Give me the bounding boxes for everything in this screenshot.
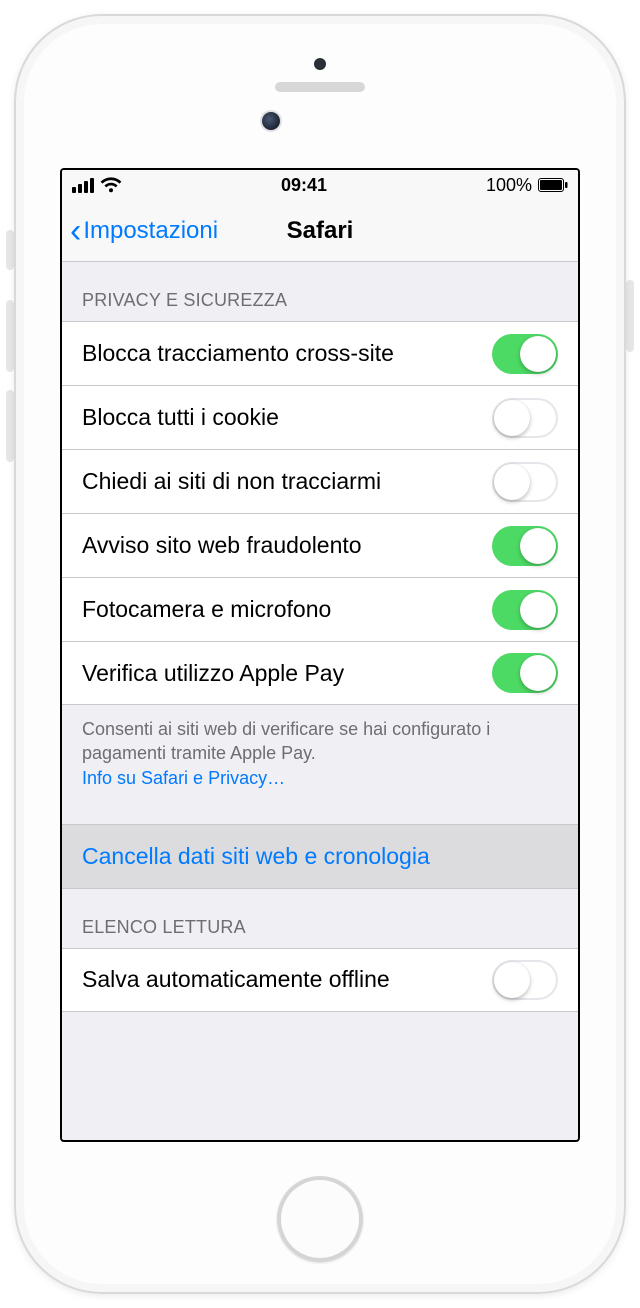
setting-row-avviso-sito-web-fraudolento[interactable]: Avviso sito web fraudolento — [62, 513, 578, 577]
volume-down-button — [6, 390, 14, 462]
setting-label: Verifica utilizzo Apple Pay — [82, 660, 344, 687]
setting-label: Salva automaticamente offline — [82, 966, 390, 993]
device-frame: 09:41 100% ‹ Impostazioni Safari — [14, 14, 626, 1294]
toggle-knob — [520, 528, 556, 564]
section-footer-privacy: Consenti ai siti web di verificare se ha… — [62, 705, 578, 790]
status-time: 09:41 — [281, 175, 327, 196]
battery-percent: 100% — [486, 175, 532, 196]
settings-content: PRIVACY E SICUREZZA Blocca tracciamento … — [62, 262, 578, 1140]
back-button[interactable]: ‹ Impostazioni — [70, 214, 218, 248]
section-header-readinglist: ELENCO LETTURA — [62, 889, 578, 948]
toggle-knob — [494, 464, 530, 500]
toggle-salva-automaticamente-offline[interactable] — [492, 960, 558, 1000]
status-bar: 09:41 100% — [62, 170, 578, 200]
toggle-knob — [520, 336, 556, 372]
safari-privacy-link[interactable]: Info su Safari e Privacy… — [82, 768, 285, 788]
toggle-chiedi-ai-siti-di-non-tracciarmi[interactable] — [492, 462, 558, 502]
toggle-blocca-tutti-i-cookie[interactable] — [492, 398, 558, 438]
screen: 09:41 100% ‹ Impostazioni Safari — [60, 168, 580, 1142]
toggle-knob — [520, 655, 556, 691]
setting-row-salva-automaticamente-offline[interactable]: Salva automaticamente offline — [62, 948, 578, 1012]
cellular-signal-icon — [72, 178, 94, 193]
toggle-avviso-sito-web-fraudolento[interactable] — [492, 526, 558, 566]
privacy-security-group: Blocca tracciamento cross-site Blocca tut… — [62, 321, 578, 705]
wifi-icon — [100, 177, 122, 193]
battery-icon — [538, 178, 568, 192]
setting-label: Chiedi ai siti di non tracciarmi — [82, 468, 381, 495]
toggle-knob — [494, 962, 530, 998]
power-button — [626, 280, 634, 352]
footer-text: Consenti ai siti web di verificare se ha… — [82, 719, 490, 763]
chevron-left-icon: ‹ — [70, 214, 81, 248]
setting-row-fotocamera-e-microfono[interactable]: Fotocamera e microfono — [62, 577, 578, 641]
setting-label: Blocca tracciamento cross-site — [82, 340, 394, 367]
setting-row-verifica-utilizzo-apple-pay[interactable]: Verifica utilizzo Apple Pay — [62, 641, 578, 705]
clear-history-button[interactable]: Cancella dati siti web e cronologia — [62, 824, 578, 889]
section-header-privacy: PRIVACY E SICUREZZA — [62, 262, 578, 321]
toggle-blocca-tracciamento-cross-site[interactable] — [492, 334, 558, 374]
toggle-verifica-utilizzo-apple-pay[interactable] — [492, 653, 558, 693]
setting-row-chiedi-ai-siti-di-non-tracciarmi[interactable]: Chiedi ai siti di non tracciarmi — [62, 449, 578, 513]
proximity-sensor — [314, 58, 326, 70]
front-camera — [262, 112, 280, 130]
setting-label: Blocca tutti i cookie — [82, 404, 279, 431]
setting-row-blocca-tracciamento-cross-site[interactable]: Blocca tracciamento cross-site — [62, 321, 578, 385]
setting-label: Avviso sito web fraudolento — [82, 532, 362, 559]
setting-row-blocca-tutti-i-cookie[interactable]: Blocca tutti i cookie — [62, 385, 578, 449]
nav-bar: ‹ Impostazioni Safari — [62, 200, 578, 262]
toggle-knob — [520, 592, 556, 628]
mute-switch — [6, 230, 14, 270]
reading-list-group: Salva automaticamente offline — [62, 948, 578, 1012]
toggle-knob — [494, 400, 530, 436]
back-label: Impostazioni — [83, 217, 218, 245]
earpiece-speaker — [275, 82, 365, 92]
toggle-fotocamera-e-microfono[interactable] — [492, 590, 558, 630]
home-button[interactable] — [277, 1176, 363, 1262]
setting-label: Fotocamera e microfono — [82, 596, 331, 623]
volume-up-button — [6, 300, 14, 372]
